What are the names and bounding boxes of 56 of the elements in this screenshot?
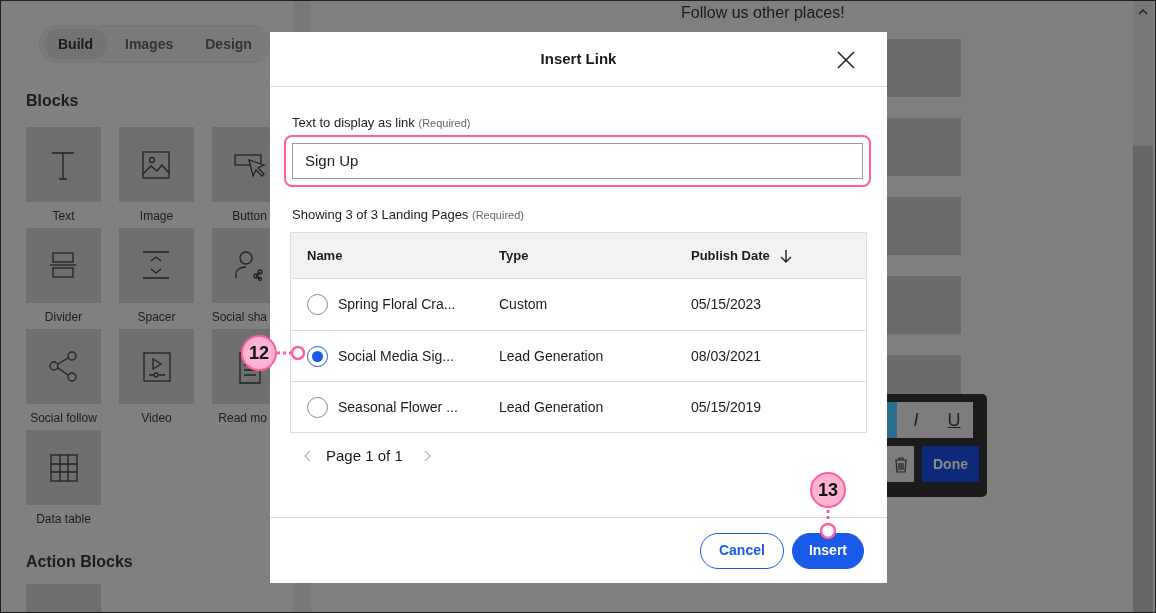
block-label: Text [52, 208, 75, 225]
dialog-title: Insert Link [540, 48, 617, 69]
block-label: Divider [44, 309, 83, 326]
underline-button[interactable]: U [935, 402, 973, 438]
link-text-field[interactable]: Sign Up [292, 142, 863, 179]
done-button[interactable]: Done [922, 446, 979, 482]
block-tile[interactable] [119, 329, 194, 404]
table-cell: Lead Generation [499, 347, 604, 364]
insert-button[interactable]: Insert [791, 532, 864, 569]
sidebar-tab[interactable]: Build [44, 29, 107, 59]
block-label: Image [139, 208, 174, 225]
required-hint: (Required) [472, 208, 524, 221]
scroll-up-icon[interactable] [1138, 8, 1148, 15]
column-header: Type [499, 247, 529, 263]
close-button[interactable] [835, 49, 857, 71]
previous-page-icon[interactable] [304, 450, 312, 463]
sidebar-tab[interactable]: Design [191, 29, 266, 59]
italic-button[interactable]: I [897, 402, 935, 438]
section-heading: Blocks [26, 91, 80, 111]
block-tile[interactable] [119, 127, 194, 202]
block-tile[interactable] [26, 430, 101, 505]
block-tile[interactable] [26, 127, 101, 202]
block-tile[interactable] [119, 228, 194, 303]
scrollbar[interactable] [1133, 1, 1153, 612]
table-cell: Lead Generation [499, 398, 604, 415]
list-label: Showing 3 of 3 Landing Pages [292, 206, 469, 222]
cancel-button[interactable]: Cancel [699, 532, 784, 569]
table-cell-text: 05/15/2019 [691, 397, 762, 417]
next-page-icon[interactable] [422, 450, 431, 463]
page-indicator: Page 1 of 1 [326, 446, 403, 466]
section-heading: Action Blocks [26, 552, 134, 572]
field-label: Text to display as link [292, 115, 415, 130]
block-label: Spacer [137, 309, 176, 326]
table-cell-text: Spring Floral Cra... [338, 295, 456, 314]
table-cell-text: 05/15/2023 [691, 295, 762, 314]
block-tile[interactable] [26, 228, 101, 303]
table-cell-text: 08/03/2021 [691, 346, 762, 366]
sort-arrow-icon[interactable] [779, 248, 792, 263]
column-header: Name [307, 246, 343, 265]
block-label: Video [141, 410, 172, 427]
table-cell: Custom [499, 296, 548, 312]
block-label: Read mo [218, 410, 267, 427]
table-cell-text: Seasonal Flower ... [338, 397, 458, 417]
leader-line [277, 344, 307, 362]
close-icon [837, 51, 855, 69]
block-tile[interactable] [26, 329, 101, 404]
sidebar-tab[interactable]: Images [111, 29, 188, 59]
block-label: Data table [36, 511, 91, 528]
block-label: Button [232, 208, 267, 225]
trash-icon [893, 456, 908, 473]
required-hint: (Required) [418, 117, 471, 129]
column-header[interactable]: Publish Date [691, 245, 770, 266]
block-label: Social sha [211, 309, 267, 326]
block-label: Social follow [30, 410, 97, 427]
table-cell-text: Social Media Sig... [338, 346, 454, 366]
leader-line [819, 510, 837, 540]
